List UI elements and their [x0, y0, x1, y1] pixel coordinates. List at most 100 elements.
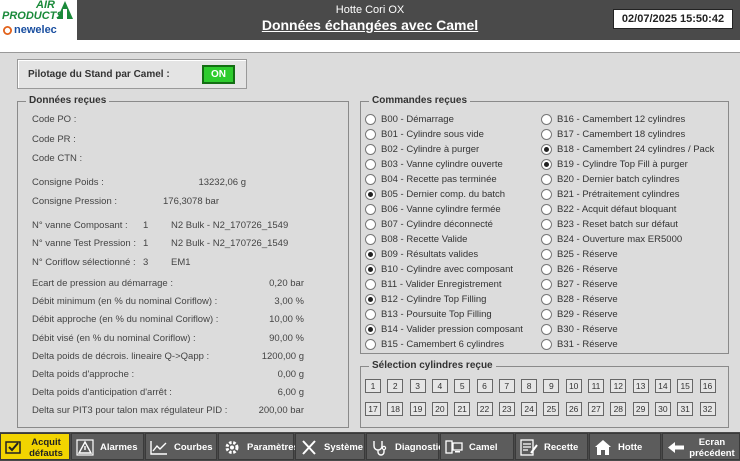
cylinder-box[interactable]: 25: [543, 402, 560, 416]
cylinder-box[interactable]: 6: [476, 379, 493, 393]
coriflow-label: N° Coriflow sélectionné :: [32, 257, 136, 268]
nav-button-diagnostic[interactable]: Diagnostic: [366, 433, 444, 460]
home-icon: [594, 439, 612, 456]
commands-received-title: Commandes reçues: [369, 95, 471, 106]
nav-button-label: Acquit défauts: [25, 437, 67, 459]
radio-unchecked-icon: [365, 129, 376, 140]
nav-button-systme[interactable]: Système: [295, 433, 365, 460]
cylinder-box[interactable]: 22: [476, 402, 493, 416]
nav-button-courbes[interactable]: Courbes: [145, 433, 217, 460]
param-value: 1200,00 g: [261, 350, 304, 362]
radio-unchecked-icon: [541, 189, 552, 200]
cylinder-box[interactable]: 1: [365, 379, 381, 393]
command-label: B21 - Prétraitement cylindres: [557, 189, 680, 200]
cylinder-box[interactable]: 8: [521, 379, 538, 393]
nav-button-camel[interactable]: Camel: [440, 433, 514, 460]
nav-button-acquit[interactable]: Acquit défauts: [0, 433, 70, 460]
cylinder-box[interactable]: 24: [521, 402, 538, 416]
cylinder-box[interactable]: 7: [498, 379, 515, 393]
cylinder-box[interactable]: 32: [699, 402, 716, 416]
param-label: Débit approche (en % du nominal Coriflow…: [32, 314, 219, 326]
command-label: B23 - Reset batch sur défaut: [557, 219, 678, 230]
nav-button-alarmes[interactable]: Alarmes: [71, 433, 144, 460]
radio-unchecked-icon: [541, 279, 552, 290]
cylinder-box[interactable]: 5: [454, 379, 471, 393]
pilot-label: Pilotage du Stand par Camel :: [28, 69, 170, 80]
radio-unchecked-icon: [365, 114, 376, 125]
cylinder-box[interactable]: 19: [409, 402, 426, 416]
param-label: Delta poids d'approche :: [32, 369, 135, 380]
command-label: B12 - Cylindre Top Filling: [381, 294, 487, 305]
nav-button-recette[interactable]: Recette: [515, 433, 588, 460]
radio-unchecked-icon: [365, 234, 376, 245]
command-label: B08 - Recette Valide: [381, 234, 468, 245]
command-label: B30 - Réserve: [557, 324, 618, 335]
nav-label-line1: Acquit: [31, 437, 61, 448]
param-value: 90,00 %: [269, 332, 304, 344]
vanne-test-name: N2 Bulk - N2_170726_1549: [171, 238, 289, 249]
radio-checked-icon: [365, 264, 376, 275]
cylinder-box[interactable]: 3: [409, 379, 426, 393]
data-received-group: Données reçues Code PO : Code PR : Code …: [17, 95, 349, 428]
acknowledge-icon: [5, 439, 23, 456]
pilot-toggle-button[interactable]: ON: [202, 65, 235, 84]
nav-button-ecran[interactable]: Ecran précédent: [662, 433, 740, 460]
cylinder-box[interactable]: 23: [498, 402, 515, 416]
cylinder-selection-group: Sélection cylindres reçue 1 2 3 4 5 6 7 8 9 10 11 1…: [360, 360, 729, 428]
cylinder-box[interactable]: 11: [588, 379, 604, 393]
nav-label-line1: Ecran: [698, 437, 726, 448]
command-label: B20 - Dernier batch cylindres: [557, 174, 680, 185]
cylinder-box[interactable]: 21: [454, 402, 471, 416]
command-label: B29 - Réserve: [557, 309, 618, 320]
cylinder-box[interactable]: 27: [588, 402, 604, 416]
radio-checked-icon: [365, 294, 376, 305]
cylinder-box[interactable]: 9: [543, 379, 560, 393]
header-bar: AIR PRODUCTS newelec Hotte Cori OX Donné…: [0, 0, 740, 40]
cylinder-box[interactable]: 18: [387, 402, 404, 416]
param-value: 0,00 g: [277, 369, 304, 380]
cylinder-box[interactable]: 15: [677, 379, 694, 393]
radio-checked-icon: [365, 324, 376, 335]
nav-button-hotte[interactable]: Hotte: [589, 433, 661, 460]
command-label: B28 - Réserve: [557, 294, 618, 305]
cylinder-box[interactable]: 20: [431, 402, 448, 416]
radio-unchecked-icon: [365, 204, 376, 215]
radio-unchecked-icon: [365, 159, 376, 170]
cylinder-box[interactable]: 16: [699, 379, 716, 393]
cylinder-box[interactable]: 30: [654, 402, 671, 416]
command-label: B02 - Cylindre à purger: [381, 144, 480, 155]
cylinder-box[interactable]: 4: [431, 379, 448, 393]
radio-unchecked-icon: [541, 129, 552, 140]
radio-unchecked-icon: [541, 114, 552, 125]
gear-icon: [223, 439, 241, 456]
command-label: B14 - Valider pression composant: [381, 324, 523, 335]
nav-button-paramtres[interactable]: Paramètres: [218, 433, 299, 460]
command-label: B26 - Réserve: [557, 264, 618, 275]
command-label: B17 - Camembert 18 cylindres: [557, 129, 686, 140]
cylinder-box[interactable]: 10: [565, 379, 582, 393]
bottom-nav: Acquit défauts Alarmes Courbes Paramètres Sys…: [0, 432, 740, 461]
cylinder-box[interactable]: 26: [565, 402, 582, 416]
nav-button-label: Recette: [544, 442, 579, 453]
command-label: B09 - Résultats valides: [381, 249, 479, 260]
vanne-test-number: 1: [143, 238, 149, 249]
stethoscope-icon: [371, 439, 389, 456]
cylinder-box[interactable]: 14: [654, 379, 671, 393]
nav-button-label: Courbes: [174, 442, 213, 453]
cylinder-box[interactable]: 2: [387, 379, 404, 393]
chart-icon: [150, 439, 168, 456]
param-label: Delta sur PIT3 pour talon max régulateur…: [32, 405, 228, 417]
cylinder-box[interactable]: 28: [610, 402, 627, 416]
cylinder-box[interactable]: 31: [677, 402, 694, 416]
cylinder-box[interactable]: 17: [365, 402, 381, 416]
command-label: B18 - Camembert 24 cylindres / Pack: [557, 144, 715, 155]
radio-unchecked-icon: [541, 219, 552, 230]
cylinder-box[interactable]: 29: [632, 402, 649, 416]
vanne-composant-label: N° vanne Composant :: [32, 220, 128, 231]
command-label: B19 - Cylindre Top Fill à purger: [557, 159, 688, 170]
command-label: B10 - Cylindre avec composant: [381, 264, 514, 275]
radio-unchecked-icon: [365, 174, 376, 185]
nav-button-label: Ecran précédent: [687, 437, 737, 459]
cylinder-box[interactable]: 13: [632, 379, 649, 393]
cylinder-box[interactable]: 12: [610, 379, 627, 393]
